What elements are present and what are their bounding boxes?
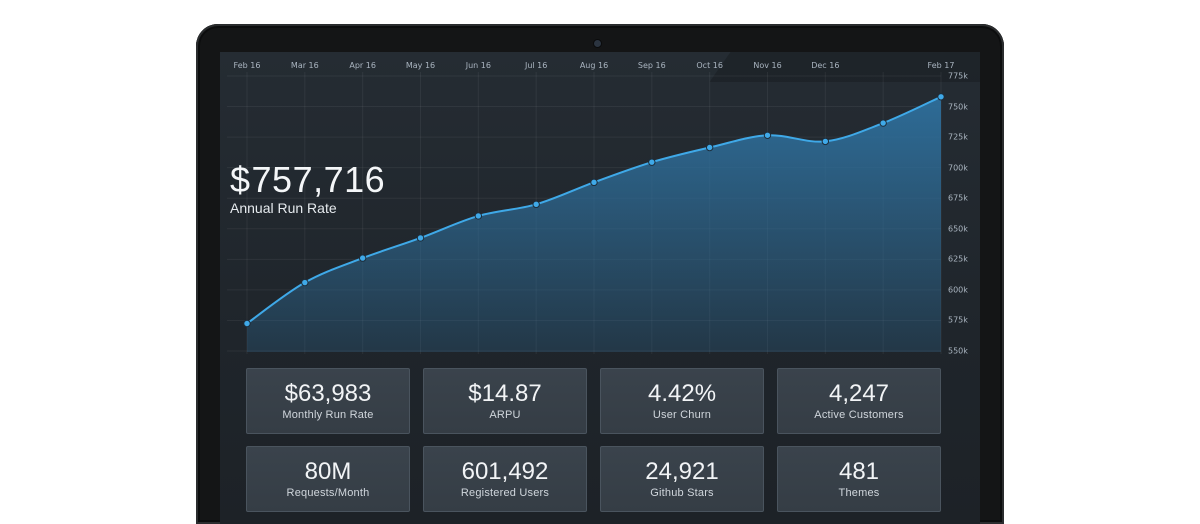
y-tick-label: 675k xyxy=(948,193,968,203)
data-point xyxy=(879,119,887,127)
data-point xyxy=(243,319,251,328)
x-tick-label: Mar 16 xyxy=(290,61,319,70)
metric-card-themes: 481 Themes xyxy=(777,446,941,512)
x-tick-label: May 16 xyxy=(405,61,436,70)
y-tick-label: 550k xyxy=(948,346,968,356)
x-tick-label: Nov 16 xyxy=(753,61,782,70)
x-tick-label: Apr 16 xyxy=(349,61,376,70)
metric-label: User Churn xyxy=(652,409,712,421)
data-point xyxy=(590,178,598,187)
webcam-icon xyxy=(594,40,601,47)
y-tick-label: 725k xyxy=(948,132,968,142)
metric-label: Monthly Run Rate xyxy=(282,409,374,421)
metric-value: 80M xyxy=(304,458,352,485)
metric-value: $63,983 xyxy=(284,380,372,407)
metric-value: 4.42% xyxy=(647,380,717,407)
metric-card-user-churn: 4.42% User Churn xyxy=(600,368,764,434)
x-tick-label: Feb 17 xyxy=(927,61,955,70)
x-tick-label: Sep 16 xyxy=(637,61,666,70)
metric-label: ARPU xyxy=(489,409,521,421)
y-tick-label: 625k xyxy=(948,254,968,264)
data-point xyxy=(937,93,945,101)
annual-run-rate-label: Annual Run Rate xyxy=(230,200,337,216)
x-tick-label: Feb 16 xyxy=(233,61,261,70)
x-tick-label: Oct 16 xyxy=(696,61,723,70)
data-point xyxy=(474,212,483,220)
metric-value: 24,921 xyxy=(645,458,719,485)
data-point xyxy=(705,143,714,152)
metric-value: 4,247 xyxy=(828,380,890,407)
y-tick-label: 775k xyxy=(948,71,968,81)
y-tick-label: 700k xyxy=(948,163,968,173)
metric-card-active-customers: 4,247 Active Customers xyxy=(777,368,941,434)
metric-card-monthly-run-rate: $63,983 Monthly Run Rate xyxy=(246,368,410,434)
data-point xyxy=(821,137,830,146)
metric-value: 601,492 xyxy=(461,458,549,485)
metric-label: Themes xyxy=(838,487,880,499)
metric-label: Registered Users xyxy=(460,487,550,499)
y-tick-label: 575k xyxy=(948,315,968,325)
data-point xyxy=(532,200,540,209)
y-tick-label: 600k xyxy=(948,285,968,295)
laptop-frame: Feb 16 Mar 16 Apr 16 May 16 Jun 16 Jul 16 Aug … xyxy=(196,24,1004,524)
data-point xyxy=(648,158,656,166)
data-point xyxy=(416,234,425,242)
metric-value: $14.87 xyxy=(468,380,542,407)
x-tick-label: Jul 16 xyxy=(524,61,548,70)
metric-label: Requests/Month xyxy=(286,487,370,499)
data-point xyxy=(358,254,367,262)
metric-label: Active Customers xyxy=(814,409,904,421)
metric-value: 481 xyxy=(838,458,880,485)
y-tick-label: 750k xyxy=(948,102,968,112)
dashboard-screen: Feb 16 Mar 16 Apr 16 May 16 Jun 16 Jul 16 Aug … xyxy=(220,52,980,524)
x-tick-label: Aug 16 xyxy=(579,61,609,70)
y-tick-label: 650k xyxy=(948,224,968,234)
data-point xyxy=(301,278,309,287)
metric-card-registered-users: 601,492 Registered Users xyxy=(423,446,587,512)
data-point xyxy=(763,131,772,139)
x-tick-label: Dec 16 xyxy=(811,61,840,70)
metric-label: Github Stars xyxy=(650,487,714,499)
metric-card-github-stars: 24,921 Github Stars xyxy=(600,446,764,512)
annual-run-rate-value: $757,716 xyxy=(230,159,386,200)
x-tick-label: Jun 16 xyxy=(465,61,491,70)
metric-card-requests-month: 80M Requests/Month xyxy=(246,446,410,512)
annual-run-rate-summary: $757,716 Annual Run Rate xyxy=(230,159,386,217)
metric-card-arpu: $14.87 ARPU xyxy=(423,368,587,434)
